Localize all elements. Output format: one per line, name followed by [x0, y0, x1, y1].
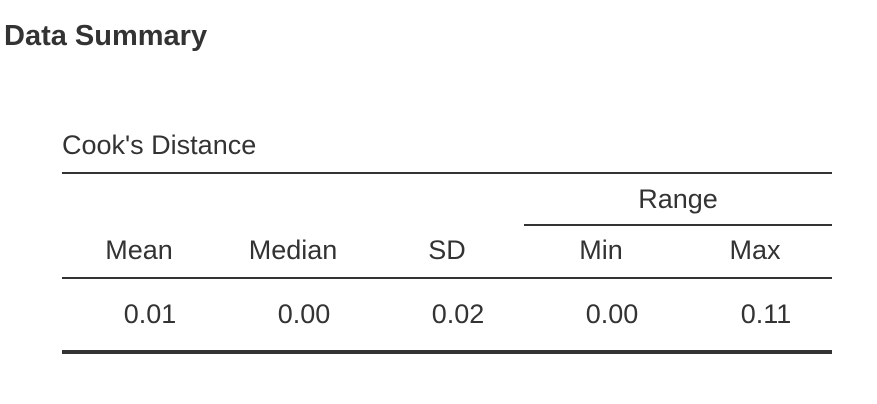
section-title: Data Summary — [4, 20, 208, 52]
column-header-row: Mean Median SD Min Max — [62, 226, 832, 277]
cell-min: 0.00 — [585, 299, 639, 329]
column-header-mean: Mean — [105, 235, 173, 265]
cooks-distance-table: Cook's Distance Range Mean Median SD Min… — [62, 128, 832, 354]
range-spanner-header: Range — [638, 184, 718, 214]
cell-max: 0.11 — [740, 299, 792, 329]
cell-mean: 0.01 — [123, 299, 177, 329]
range-spanner-rule — [524, 224, 832, 226]
cell-sd: 0.02 — [431, 299, 485, 329]
spanner-row: Range — [62, 174, 832, 226]
column-header-sd: SD — [428, 235, 466, 265]
table-row: 0.01 0.00 0.02 0.00 0.11 — [62, 279, 832, 350]
cell-median: 0.00 — [277, 299, 331, 329]
table-caption: Cook's Distance — [62, 130, 257, 160]
column-header-max: Max — [729, 235, 781, 265]
column-header-median: Median — [248, 235, 338, 265]
table-bottom-rule — [62, 350, 832, 354]
column-header-min: Min — [579, 235, 623, 265]
